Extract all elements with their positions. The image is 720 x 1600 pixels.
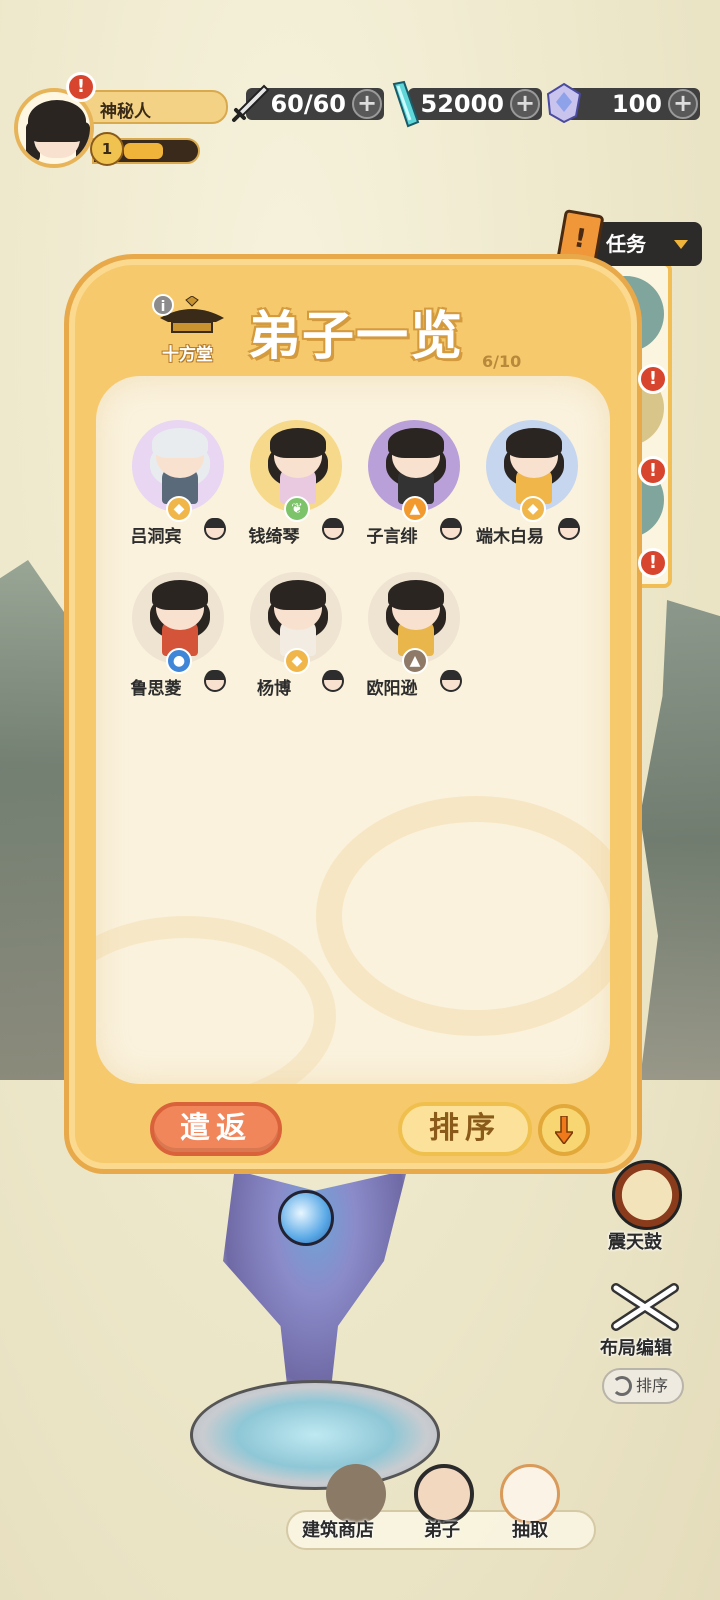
jade-value: 52000 [420, 90, 505, 118]
panel-title: 弟子一览 [248, 307, 465, 367]
gold-element-icon: ◆ [284, 648, 310, 674]
gold-element-icon: ◆ [520, 496, 546, 522]
player-name-bar[interactable]: 神秘人 [80, 90, 228, 124]
disciple-npc-icon[interactable] [414, 1464, 474, 1524]
player-level-badge: 1 [90, 132, 124, 166]
arrow-down-icon [555, 1116, 573, 1144]
disciple-count: 6/10 [482, 352, 522, 371]
rotate-icon [612, 1376, 632, 1396]
wood-element-icon: ❦ [284, 496, 310, 522]
gold-element-icon: ◆ [166, 496, 192, 522]
disciple-card[interactable]: ● 鲁思菱 [114, 572, 226, 702]
layout-edit-label[interactable]: 布局编辑 [600, 1334, 672, 1360]
scene-sort-label: 排序 [636, 1376, 669, 1395]
sort-button[interactable]: 排序 [398, 1102, 532, 1156]
disciple-card[interactable]: ❦ 钱绮琴 [232, 420, 344, 550]
disciple-mini-avatar-icon [440, 670, 462, 692]
layout-edit-icon[interactable] [608, 1280, 682, 1334]
drum-label[interactable]: 震天鼓 [608, 1228, 662, 1254]
shop-building-icon[interactable] [326, 1464, 386, 1524]
task-alert-icon: ! [638, 548, 668, 578]
nav-disciples[interactable]: 弟子 [424, 1516, 460, 1542]
nav-building-shop[interactable]: 建筑商店 [302, 1516, 374, 1542]
fire-element-icon: ▲ [402, 496, 428, 522]
sort-order-button[interactable] [538, 1104, 590, 1156]
disciple-mini-avatar-icon [322, 518, 344, 540]
exp-bar-fill [124, 143, 163, 159]
scene-sort-button[interactable]: 排序 [602, 1368, 684, 1404]
crystal-value: 100 [611, 90, 662, 118]
jade-crystal-icon [392, 80, 420, 128]
disciple-mini-avatar-icon [440, 518, 462, 540]
add-jade-button[interactable]: + [510, 89, 540, 119]
disciple-mini-avatar-icon [558, 518, 580, 540]
earth-element-icon: ▲ [402, 648, 428, 674]
add-stamina-button[interactable]: + [352, 89, 382, 119]
bird-draw-icon[interactable] [500, 1464, 560, 1524]
avatar-alert-icon: ! [66, 72, 96, 102]
disciple-mini-avatar-icon [204, 670, 226, 692]
disciple-mini-avatar-icon [204, 518, 226, 540]
disciple-card[interactable]: ◆ 端木白易 [468, 420, 580, 550]
disciple-card[interactable]: ▲ 子言绯 [350, 420, 462, 550]
disciple-mini-avatar-icon [322, 670, 344, 692]
water-element-icon: ● [166, 648, 192, 674]
player-name: 神秘人 [100, 102, 151, 122]
disciple-card[interactable]: ◆ 吕洞宾 [114, 420, 226, 550]
task-alert-icon: ! [638, 456, 668, 486]
task-label: 任务 [606, 232, 646, 256]
crystal-counter: 100 + [566, 88, 700, 120]
hall-name: 十方堂 [162, 345, 213, 365]
disciple-card[interactable]: ▲ 欧阳逊 [350, 572, 462, 702]
stamina-value: 60/60 [270, 90, 346, 118]
war-drum-icon[interactable] [612, 1160, 682, 1230]
ruined-building-right [640, 600, 720, 1080]
nav-draw[interactable]: 抽取 [512, 1516, 548, 1542]
add-crystal-button[interactable]: + [668, 89, 698, 119]
diamond-gem-icon [546, 82, 582, 124]
portal-orb [278, 1190, 334, 1246]
caret-down-icon [674, 240, 688, 249]
jade-counter: 52000 + [408, 88, 542, 120]
disciple-card[interactable]: ◆ 杨博 [232, 572, 344, 702]
sword-icon [232, 84, 270, 122]
spirit-pond [190, 1380, 440, 1490]
dismiss-button[interactable]: 遣返 [150, 1102, 282, 1156]
task-alert-icon: ! [638, 364, 668, 394]
info-icon[interactable]: i [152, 294, 174, 316]
